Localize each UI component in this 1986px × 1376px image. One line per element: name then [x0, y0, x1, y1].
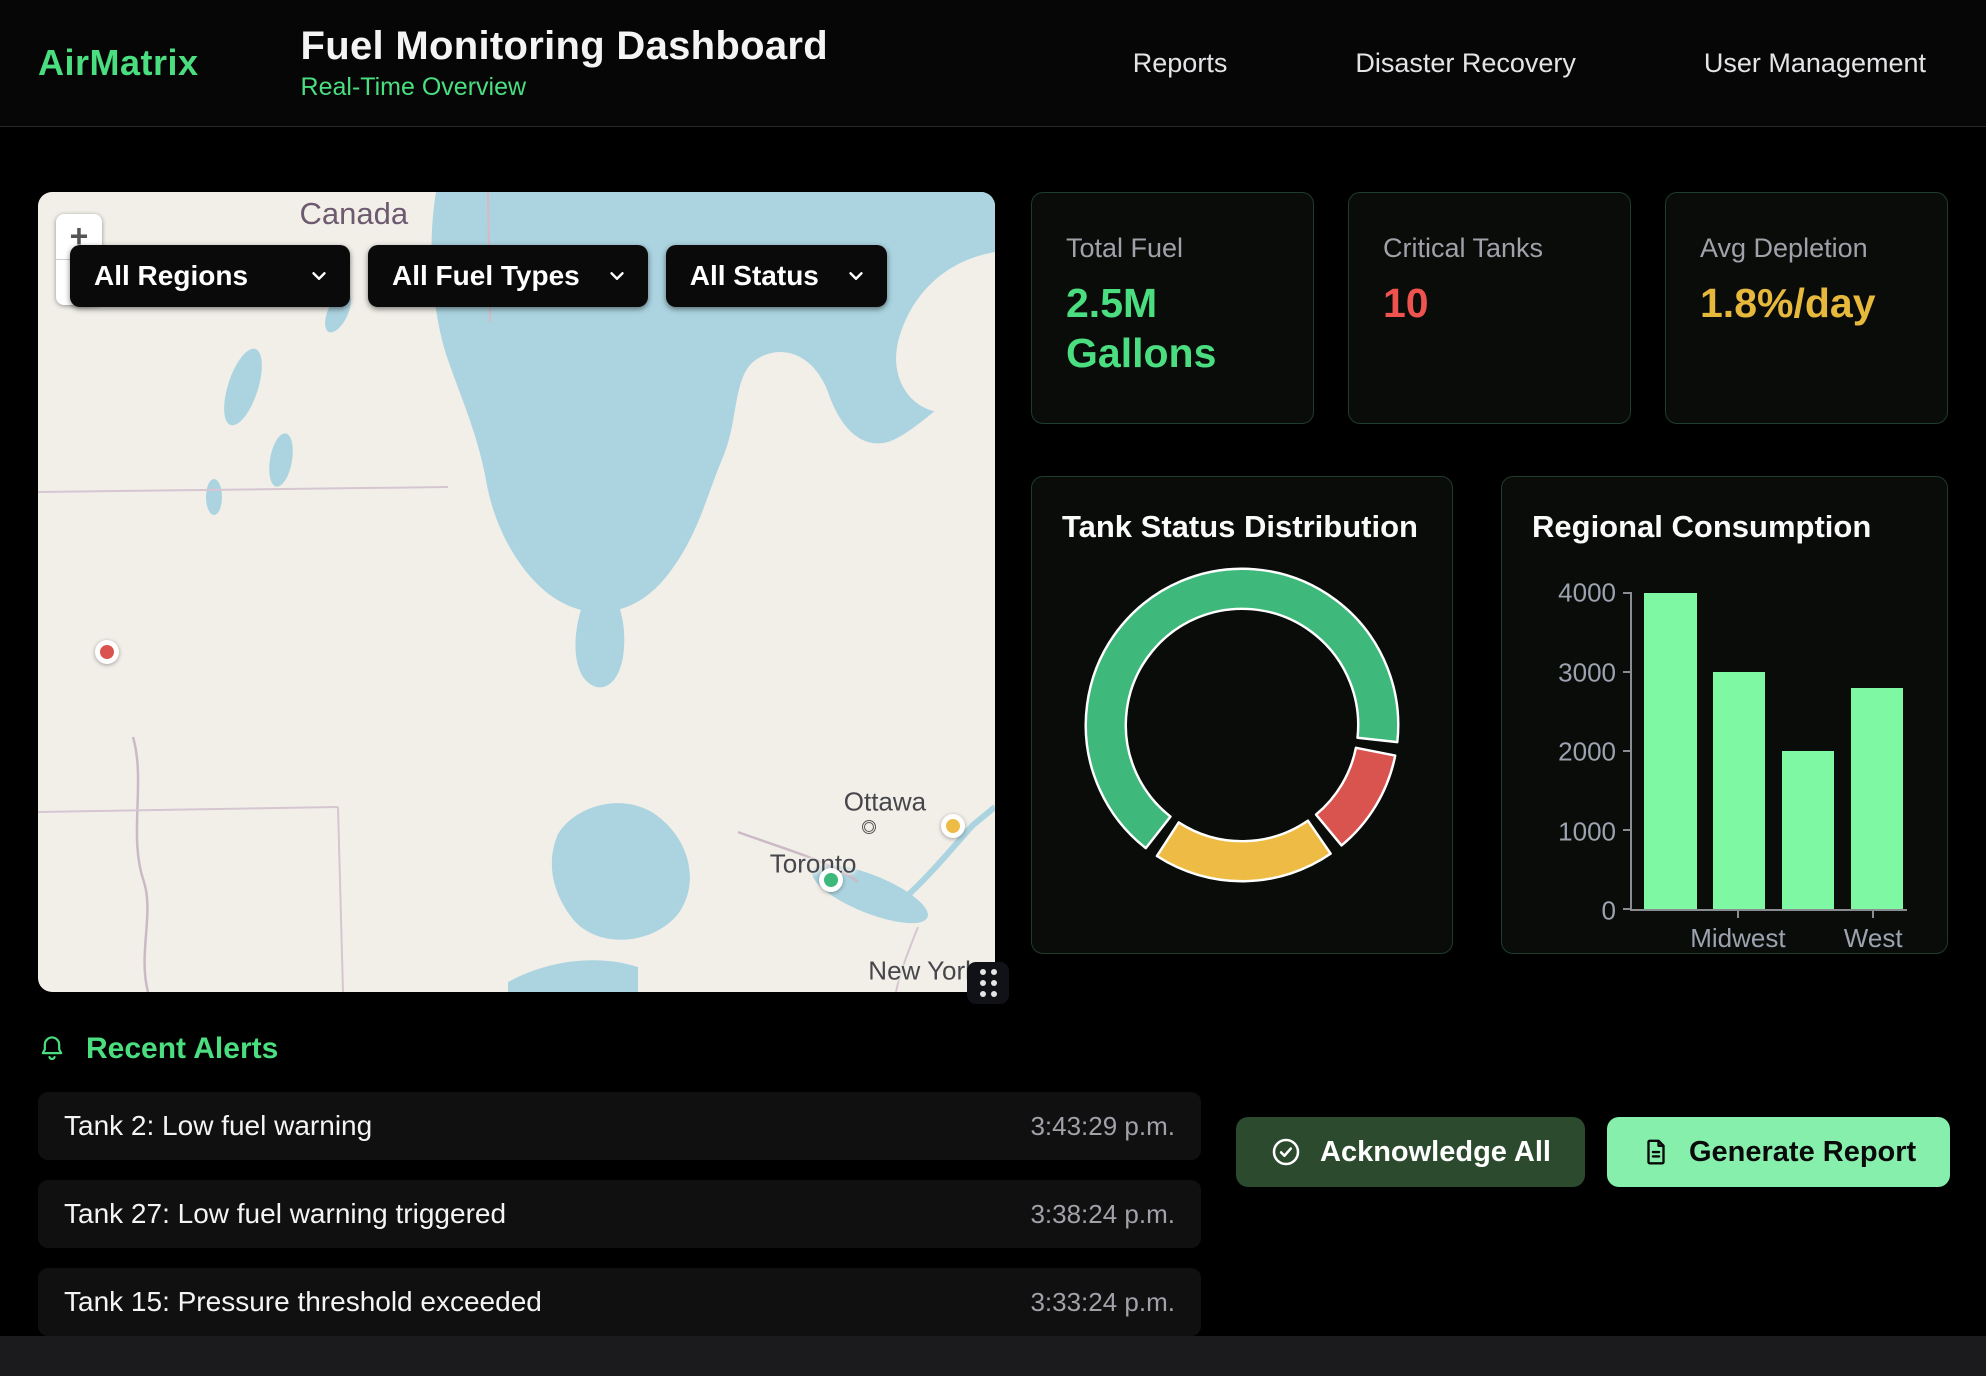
alert-message: Tank 27: Low fuel warning triggered: [64, 1198, 506, 1230]
region-filter-select[interactable]: All Regions: [70, 245, 350, 307]
alerts-header: Recent Alerts: [38, 1032, 1201, 1066]
chevron-down-icon: [308, 265, 330, 287]
y-axis: 01000200030004000: [1546, 593, 1630, 911]
bar-chart: 01000200030004000 MidwestWest: [1532, 593, 1917, 911]
map-marker-critical[interactable]: [95, 640, 119, 664]
bar-region-3[interactable]: [1782, 751, 1834, 909]
bar-chart-plot: MidwestWest: [1630, 593, 1907, 911]
check-circle-icon: [1270, 1136, 1302, 1168]
bar-region-1[interactable]: [1644, 593, 1696, 909]
alerts-section: Recent Alerts Tank 2: Low fuel warning 3…: [0, 992, 1986, 1336]
alert-time: 3:38:24 p.m.: [1030, 1199, 1175, 1230]
alert-rows: Tank 2: Low fuel warning 3:43:29 p.m. Ta…: [38, 1092, 1201, 1336]
map-marker-warning[interactable]: [941, 814, 965, 838]
file-text-icon: [1641, 1137, 1671, 1167]
acknowledge-all-label: Acknowledge All: [1320, 1136, 1551, 1169]
map-marker-normal[interactable]: [819, 868, 843, 892]
nav-reports[interactable]: Reports: [1133, 48, 1228, 79]
region-filter-value: All Regions: [94, 260, 248, 292]
alert-time: 3:43:29 p.m.: [1030, 1111, 1175, 1142]
stat-label: Critical Tanks: [1383, 233, 1596, 264]
map-label-new-york: New York: [868, 956, 978, 987]
y-axis-tick-label: 2000: [1558, 737, 1616, 768]
chart-title: Tank Status Distribution: [1062, 509, 1422, 545]
donut-segment-critical[interactable]: [1316, 748, 1395, 846]
stat-label: Total Fuel: [1066, 233, 1279, 264]
y-axis-tick: [1623, 671, 1632, 673]
main-nav: Reports Disaster Recovery User Managemen…: [1133, 48, 1926, 79]
donut-segment-warning[interactable]: [1157, 821, 1331, 882]
header: AirMatrix Fuel Monitoring Dashboard Real…: [0, 0, 1986, 127]
map-label-ottawa: Ottawa: [844, 787, 926, 818]
fuel-type-filter-value: All Fuel Types: [392, 260, 580, 292]
page-subtitle: Real-Time Overview: [301, 73, 828, 102]
x-axis-tick-label: Midwest: [1690, 923, 1785, 954]
y-axis-tick: [1623, 750, 1632, 752]
bottom-bar: [0, 1336, 1986, 1376]
alerts-title: Recent Alerts: [86, 1032, 278, 1066]
map-label-toronto: Toronto: [770, 849, 857, 880]
y-axis-tick: [1623, 908, 1632, 910]
fuel-type-filter-select[interactable]: All Fuel Types: [368, 245, 648, 307]
right-column: Total Fuel 2.5M Gallons Critical Tanks 1…: [1031, 192, 1948, 992]
stat-value: 1.8%/day: [1700, 278, 1913, 328]
stat-card-total-fuel: Total Fuel 2.5M Gallons: [1031, 192, 1314, 424]
x-axis-tick: [1872, 909, 1874, 918]
action-buttons: Acknowledge All Generate Report: [1236, 1117, 1950, 1336]
map-panel: CanadaOttawaTorontoNew York + − All Regi…: [38, 192, 995, 992]
alert-row[interactable]: Tank 27: Low fuel warning triggered 3:38…: [38, 1180, 1201, 1248]
page-title: Fuel Monitoring Dashboard: [301, 24, 828, 69]
chevron-down-icon: [606, 265, 628, 287]
bar-midwest[interactable]: [1713, 672, 1765, 909]
donut-chart: [1062, 559, 1422, 891]
alert-row[interactable]: Tank 15: Pressure threshold exceeded 3:3…: [38, 1268, 1201, 1336]
regional-consumption-card: Regional Consumption 0 1000 2000 3000 4000 M…: [1501, 476, 1948, 954]
y-axis-tick-label: 0: [1602, 896, 1616, 927]
alert-message: Tank 15: Pressure threshold exceeded: [64, 1286, 542, 1318]
bell-icon: [38, 1034, 66, 1064]
tank-status-distribution-card: Tank Status Distribution: [1031, 476, 1453, 954]
stats-row: Total Fuel 2.5M Gallons Critical Tanks 1…: [1031, 192, 1948, 424]
acknowledge-all-button[interactable]: Acknowledge All: [1236, 1117, 1585, 1187]
nav-disaster-recovery[interactable]: Disaster Recovery: [1355, 48, 1576, 79]
y-axis-tick: [1623, 829, 1632, 831]
town-symbol-icon: [862, 820, 876, 834]
alert-time: 3:33:24 p.m.: [1030, 1287, 1175, 1318]
y-axis-tick-label: 4000: [1558, 578, 1616, 609]
title-block: Fuel Monitoring Dashboard Real-Time Over…: [301, 24, 828, 102]
generate-report-label: Generate Report: [1689, 1136, 1916, 1169]
stat-value: 10: [1383, 278, 1596, 328]
y-axis-tick-label: 1000: [1558, 816, 1616, 847]
stat-label: Avg Depletion: [1700, 233, 1913, 264]
alert-message: Tank 2: Low fuel warning: [64, 1110, 372, 1142]
y-axis-tick-label: 3000: [1558, 657, 1616, 688]
chart-title: Regional Consumption: [1532, 509, 1917, 545]
brand-logo: AirMatrix: [38, 42, 199, 84]
map[interactable]: Canada Ottawa Toronto New York: [38, 192, 995, 992]
map-label-canada: Canada: [300, 196, 409, 232]
nav-user-management[interactable]: User Management: [1704, 48, 1926, 79]
stat-card-avg-depletion: Avg Depletion 1.8%/day: [1665, 192, 1948, 424]
map-filters: All Regions All Fuel Types All Status: [70, 245, 887, 307]
y-axis-tick: [1623, 592, 1632, 594]
status-filter-select[interactable]: All Status: [666, 245, 887, 307]
main-content: CanadaOttawaTorontoNew York + − All Regi…: [0, 127, 1986, 992]
alert-row[interactable]: Tank 2: Low fuel warning 3:43:29 p.m.: [38, 1092, 1201, 1160]
stat-value: 2.5M Gallons: [1066, 278, 1279, 378]
status-filter-value: All Status: [690, 260, 819, 292]
fuel-monitoring-dashboard: AirMatrix Fuel Monitoring Dashboard Real…: [0, 0, 1986, 1376]
x-axis-tick: [1737, 909, 1739, 918]
alerts-list: Recent Alerts Tank 2: Low fuel warning 3…: [38, 1032, 1201, 1336]
chevron-down-icon: [845, 265, 867, 287]
generate-report-button[interactable]: Generate Report: [1607, 1117, 1950, 1187]
charts-row: Tank Status Distribution Regional Consum…: [1031, 476, 1948, 954]
x-axis-tick-label: West: [1844, 923, 1903, 954]
bar-west[interactable]: [1851, 688, 1903, 909]
drag-handle-icon[interactable]: [967, 962, 1009, 1004]
stat-card-critical-tanks: Critical Tanks 10: [1348, 192, 1631, 424]
